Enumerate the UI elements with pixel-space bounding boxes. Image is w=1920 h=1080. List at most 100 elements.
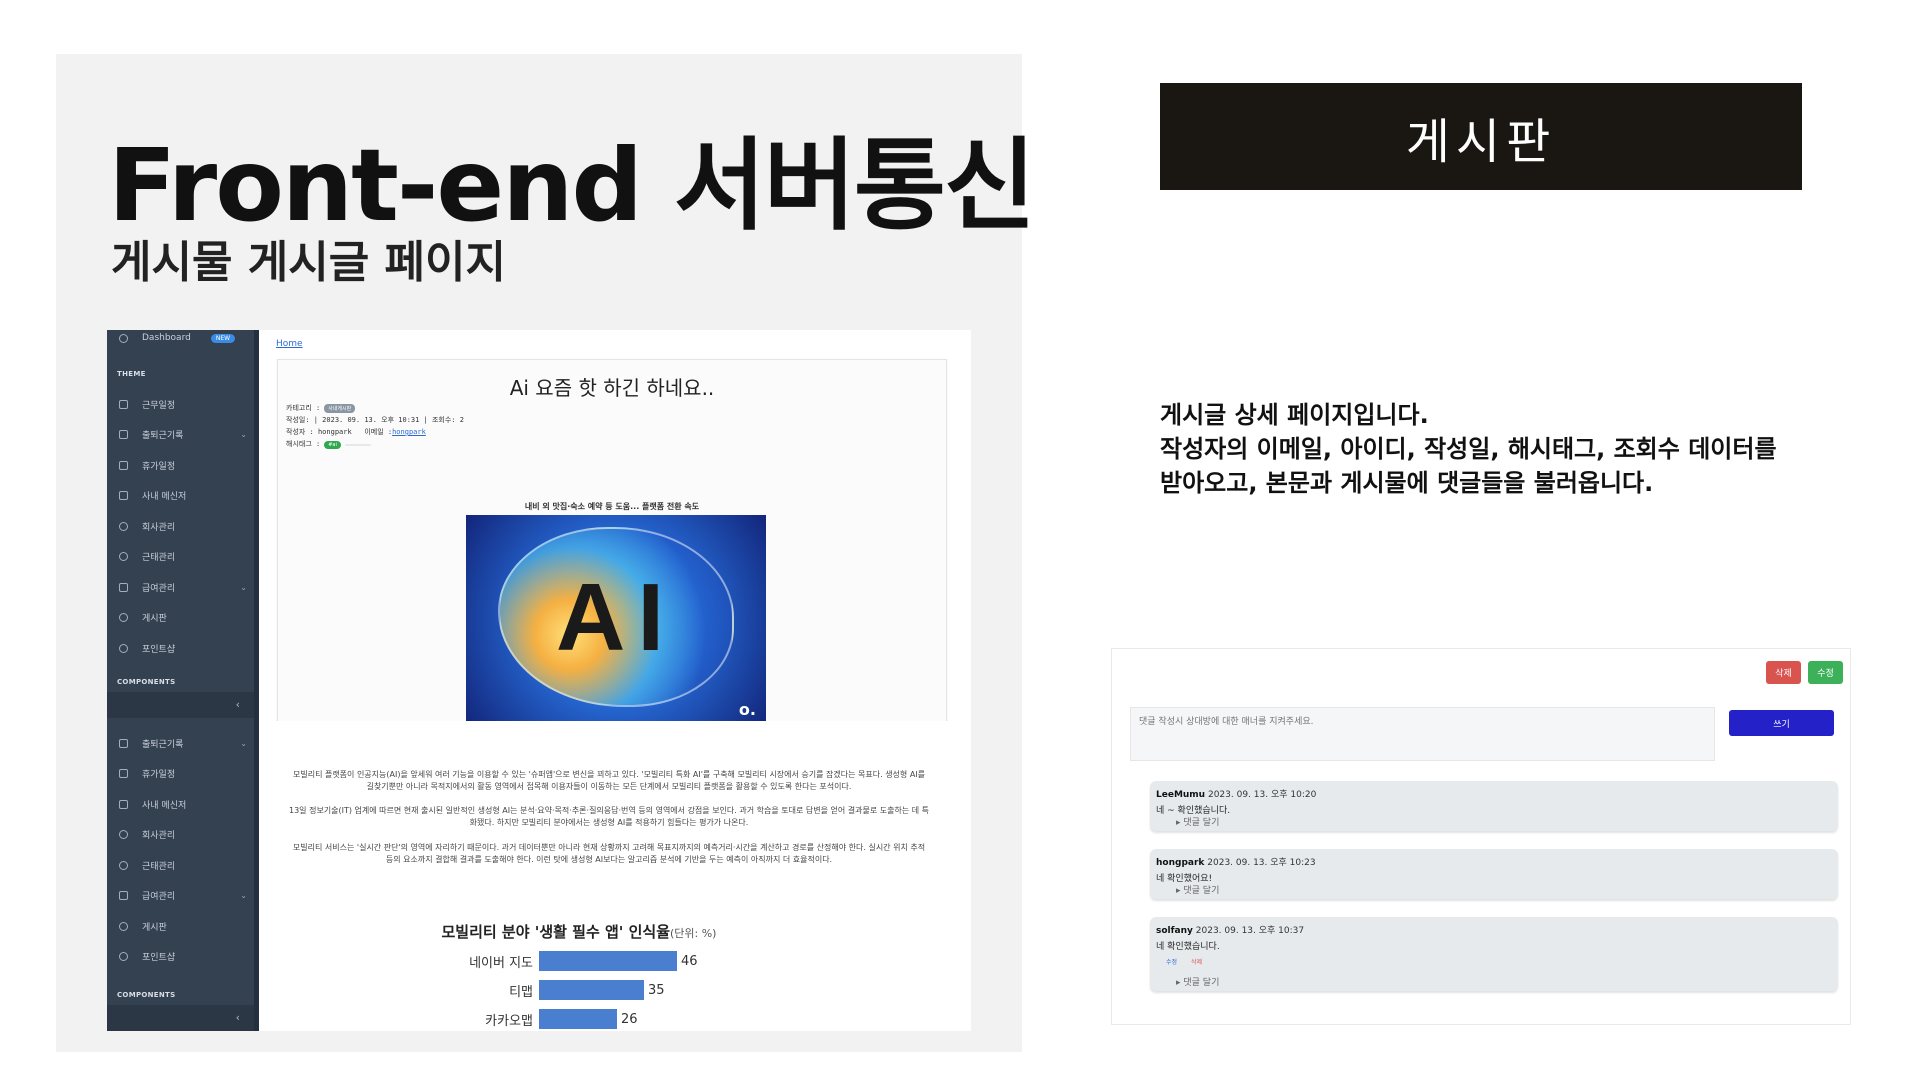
comment-edit-link[interactable]: 수정 [1166,959,1177,966]
survey-bar-chart: 모빌리티 분야 '생활 필수 앱' 인식율(단위: %) 네이버 지도 46 티맵 3… [439,921,719,1029]
sidebar-item[interactable]: 포인트샵 [119,949,247,965]
chart-value-label: 35 [648,982,665,998]
chart-row: 카카오맵 26 [439,1009,638,1029]
comment-section: 삭제 수정 쓰기 LeeMumu 2023. 09. 13. 오후 10:20 … [1111,648,1851,1025]
comment-header: LeeMumu 2023. 09. 13. 오후 10:20 [1156,787,1316,800]
sidebar-item[interactable]: 게시판 [119,610,247,626]
circle-gear-icon [119,830,128,839]
chevron-down-icon: ⌄ [240,430,247,439]
reply-link[interactable]: ▸ 댓글 달기 [1176,975,1219,988]
sidebar-collapse-bar[interactable]: ‹ [107,1005,254,1031]
reply-link[interactable]: ▸ 댓글 달기 [1176,815,1219,828]
sidebar-item-label: 근태관리 [142,553,176,563]
article-paragraph: 13일 정보기술(IT) 업계에 따르면 현재 출시된 일반적인 생성형 AI는… [289,806,929,827]
calendar-icon [119,399,128,409]
article-paragraph: 모빌리티 플랫폼이 인공지능(AI)을 앞세워 여러 기능을 이용할 수 있는 … [292,770,926,791]
sidebar-item[interactable]: 급여관리 ⌄ [119,579,247,595]
new-badge: NEW [210,333,236,343]
sidebar-item[interactable]: 출퇴근기록 ⌄ [119,427,247,443]
sidebar-item[interactable]: 근태관리 [119,549,247,565]
sidebar-item[interactable]: 게시판 [119,918,247,934]
reply-link[interactable]: ▸ 댓글 달기 [1176,883,1219,896]
chevron-down-icon: ⌄ [240,891,247,900]
sidebar-section-theme: THEME [117,370,146,378]
write-comment-button[interactable]: 쓰기 [1729,710,1834,736]
meta-date: 작성일: | 2023. 09. 13. 오후 10:31 | 조회수: 2 [286,416,464,424]
circle-gear-icon [119,643,128,653]
chart-category-label: 네이버 지도 [469,955,533,971]
post-body: 모빌리티 플랫폼이 인공지능(AI)을 앞세워 여러 기능을 이용할 수 있는 … [259,721,971,1031]
breadcrumb-home[interactable]: Home [276,339,303,349]
collapse-icon: ‹ [235,698,240,711]
sidebar-section-components: COMPONENTS [117,678,176,686]
chart-value-label: 46 [681,953,698,969]
sidebar-item-label: 급여관리 [142,583,176,594]
sidebar-item-label: 근무일정 [142,400,176,411]
sidebar-item-label: 휴가일정 [142,770,176,780]
sidebar-item[interactable]: 휴가일정 [119,457,247,473]
slide: Front-end 서버통신 게시물 게시글 페이지 Dashboard NEW… [0,0,1920,1080]
sidebar: Dashboard NEW THEME 근무일정출퇴근기록 ⌄ 휴가일정사내 메신저… [107,330,259,721]
delete-post-button[interactable]: 삭제 [1766,661,1801,684]
sidebar-item[interactable]: 사내 메신저 [119,796,247,812]
chart-bar [539,1009,617,1029]
ai-image-text: AI [556,564,676,671]
chart-title: 모빌리티 분야 '생활 필수 앱' 인식율(단위: %) [441,923,717,941]
chevron-down-icon: ⌄ [240,582,247,592]
meta-hashtag: 해시태그 : #ai [286,439,371,449]
sidebar-section-components: COMPONENTS [117,991,176,999]
chart-value-label: 26 [621,1011,638,1027]
screenshot-bottom: 출퇴근기록 ⌄ 휴가일정사내 메신저회사관리근태관리급여관리 ⌄ 게시판포인트샵 COM… [107,721,971,1031]
sidebar-item[interactable]: 휴가일정 [119,766,247,782]
sidebar-item-label: 근태관리 [142,861,176,872]
sidebar-item-label: 출퇴근기록 [142,431,184,441]
sidebar-item[interactable]: 회사관리 [119,518,247,534]
edit-post-button[interactable]: 수정 [1808,661,1843,684]
sidebar-item[interactable]: 급여관리 ⌄ [119,888,247,904]
meta-category: 카테고리 : 사내게시판 [286,403,356,413]
sidebar-item-label: 포인트샵 [142,953,176,963]
sidebar-item[interactable]: 회사관리 [119,827,247,843]
comment-header: hongpark 2023. 09. 13. 오후 10:23 [1156,855,1316,868]
money-icon [119,891,128,900]
message-icon [119,491,128,500]
comment-date: 2023. 09. 13. 오후 10:23 [1207,858,1316,868]
description-line: 작성자의 이메일, 아이디, 작성일, 해시태그, 조회수 데이터를 [1160,435,1777,463]
chart-row: 티맵 35 [439,980,665,1000]
sidebar-item-label: 회사관리 [142,831,176,841]
ai-brain-image: AI o. [466,515,766,721]
sidebar-item[interactable]: 포인트샵 [119,640,247,656]
comment-input[interactable] [1130,707,1715,761]
sidebar-item[interactable]: 근무일정 [119,396,247,412]
sidebar-item-label: 포인트샵 [142,644,176,655]
sidebar-item[interactable]: 출퇴근기록 ⌄ [119,735,247,751]
comment-date: 2023. 09. 13. 오후 10:37 [1195,926,1305,936]
money-icon [119,582,128,592]
category-badge: 사내게시판 [324,404,356,413]
sidebar-item[interactable]: 사내 메신저 [119,488,247,504]
clipboard-icon [119,738,128,748]
collapse-icon: ‹ [235,1011,240,1024]
sidebar-item-label: Dashboard [142,333,191,343]
chart-row: 네이버 지도 46 [439,951,698,971]
article-caption: 내비 외 맛집·숙소 예약 등 도움... 플랫폼 전환 속도 [524,502,700,511]
sidebar-item-dashboard[interactable]: Dashboard NEW [119,330,236,346]
comment-delete-link[interactable]: 삭제 [1191,959,1202,966]
comment-author: solfany [1156,926,1193,936]
comment-author: hongpark [1156,858,1205,868]
post-title: Ai 요즘 핫 하긴 하네요.. [509,376,715,400]
sidebar-collapse-bar[interactable]: ‹ [107,692,254,718]
comment-header: solfany 2023. 09. 13. 오후 10:37 [1156,923,1304,936]
author-email-link[interactable]: hongpark [392,428,426,436]
comment-author: LeeMumu [1156,790,1206,800]
circle-gear-icon [119,521,128,531]
meta-author: 작성자 : hongpark 이메일 :hongpark [286,428,426,436]
comment-item: solfany 2023. 09. 13. 오후 10:37 네 확인했습니다.… [1150,917,1838,991]
comment-item: LeeMumu 2023. 09. 13. 오후 10:20 네 ~ 확인했습니… [1150,781,1838,831]
sidebar-item-label: 게시판 [142,614,167,624]
sidebar-item-label: 사내 메신저 [142,492,187,502]
chevron-down-icon: ⌄ [240,738,247,748]
sidebar-item[interactable]: 근태관리 [119,857,247,873]
sidebar-item-label: 급여관리 [142,892,176,902]
hashtag-badge[interactable]: #ai [324,441,341,449]
